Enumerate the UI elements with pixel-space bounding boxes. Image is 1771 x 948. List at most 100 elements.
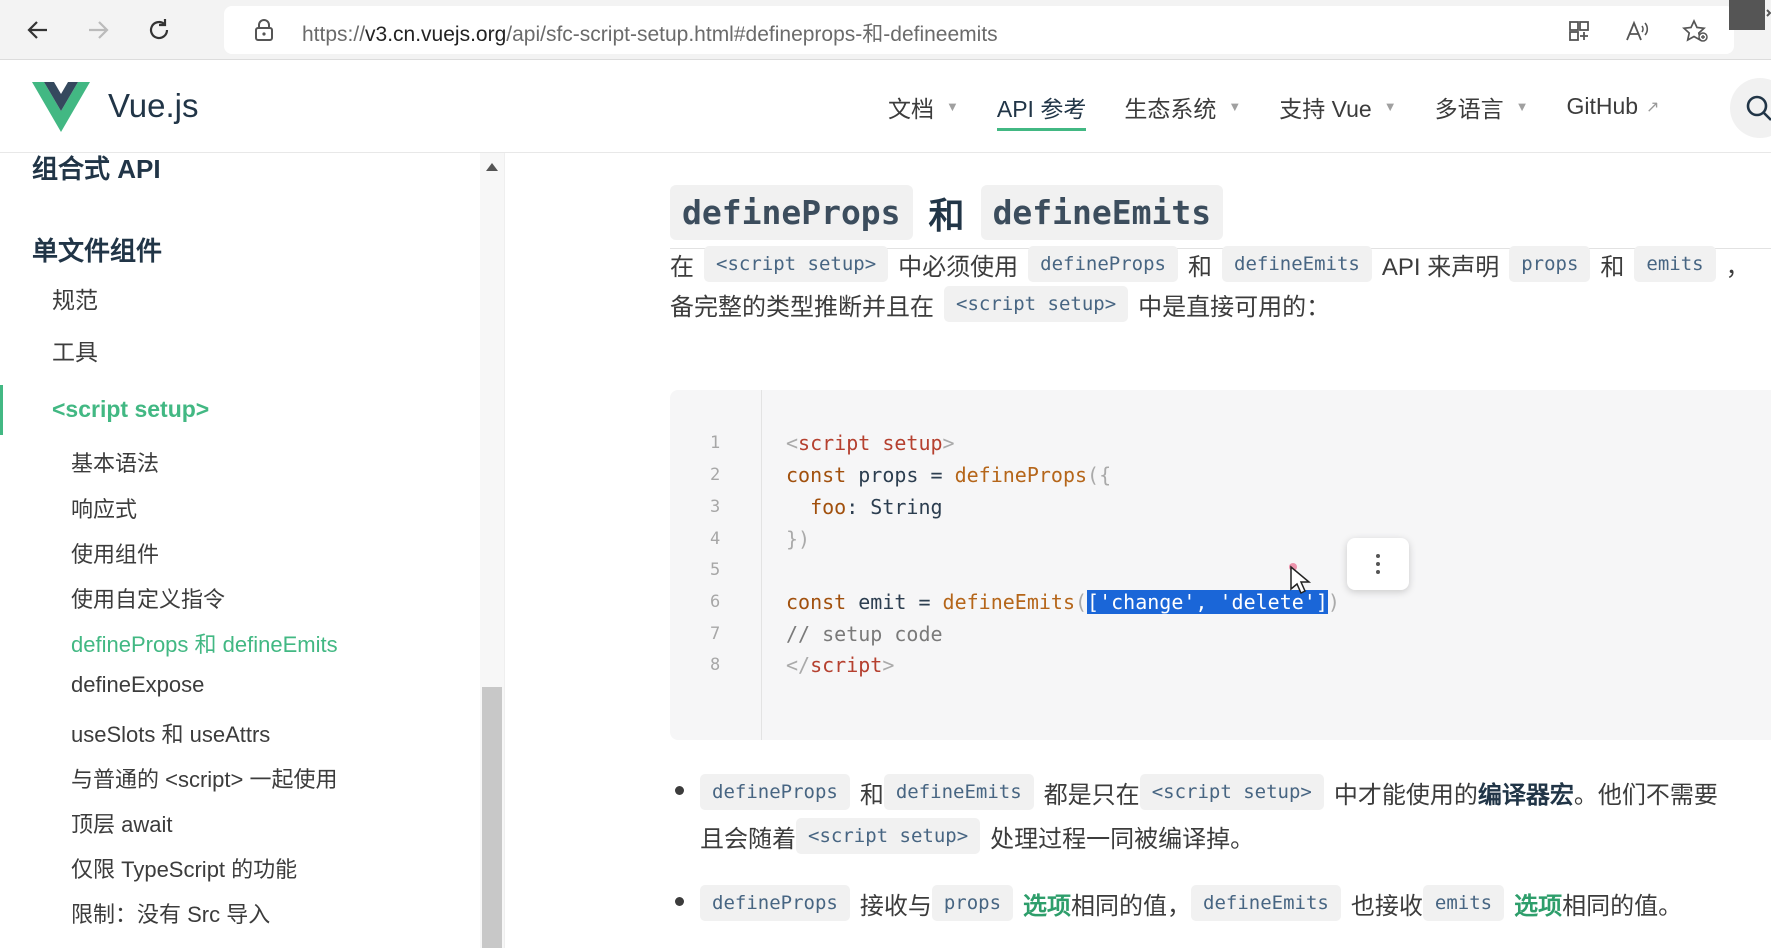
- text: 和: [859, 781, 884, 809]
- intro-paragraph-line1: 在 <script setup> 中必须使用 defineProps 和 def…: [670, 246, 1750, 282]
- address-bar[interactable]: https://v3.cn.vuejs.org/api/sfc-script-s…: [224, 6, 1734, 54]
- sidebar-subitem-defineprops[interactable]: defineProps 和 defineEmits: [71, 627, 338, 659]
- code-line[interactable]: foo: String: [786, 495, 942, 519]
- brand-name[interactable]: Vue.js: [108, 87, 199, 125]
- sidebar-subitem-more[interactable]: ...: [71, 940, 89, 948]
- sidebar-group-sfc[interactable]: 单文件组件: [32, 231, 162, 268]
- text: ，: [1725, 253, 1750, 281]
- inline-code: defineProps: [700, 774, 850, 810]
- section-heading: defineProps 和 defineEmits: [670, 185, 1224, 240]
- external-link-icon: ↗: [1646, 98, 1660, 116]
- vertical-dots-icon: [1376, 554, 1380, 574]
- text: 和: [1600, 253, 1625, 281]
- sidebar-item-script-setup[interactable]: <script setup>: [52, 396, 209, 423]
- vue-logo-icon[interactable]: [32, 82, 90, 136]
- sidebar-subitem-custom-directives[interactable]: 使用自定义指令: [71, 582, 225, 614]
- line-number: 1: [710, 433, 721, 453]
- bullet1-line1: defineProps 和 defineEmits 都是只在 <script s…: [700, 774, 1718, 810]
- search-button[interactable]: [1730, 78, 1771, 138]
- inline-code: props: [931, 885, 1014, 921]
- sidebar-subitem-restrictions[interactable]: 限制：没有 Src 导入: [71, 897, 270, 929]
- options-link[interactable]: 选项: [1023, 886, 1071, 921]
- code-block[interactable]: 1 2 3 4 5 6 7 8 <script setup> const pro…: [670, 390, 1771, 740]
- inline-code: defineEmits: [1191, 885, 1341, 921]
- text: 在: [670, 253, 694, 281]
- scroll-up-arrow-icon[interactable]: [486, 163, 498, 171]
- sidebar-item-tools[interactable]: 工具: [52, 333, 98, 367]
- main-content: defineProps 和 defineEmits 在 <script setu…: [505, 153, 1771, 948]
- nav-github[interactable]: GitHub ↗: [1566, 60, 1659, 153]
- text: 中才能使用的: [1333, 781, 1478, 809]
- line-number: 7: [710, 624, 721, 644]
- nav-ecosystem[interactable]: 生态系统 ▼: [1124, 60, 1241, 153]
- read-aloud-icon[interactable]: [1622, 16, 1652, 46]
- chevron-down-icon: ▼: [1515, 99, 1529, 114]
- bullet2-line1: defineProps 接收与 props 选项 相同的值， defineEmit…: [700, 885, 1682, 921]
- inline-code: props: [1509, 246, 1591, 282]
- chevron-down-icon: ▼: [1228, 99, 1242, 114]
- text: 相同的值。: [1562, 892, 1683, 920]
- line-numbers: 1 2 3 4 5 6 7 8: [670, 390, 762, 740]
- text: 都是只在: [1043, 781, 1140, 809]
- line-number: 3: [710, 497, 721, 517]
- lock-icon: [255, 19, 273, 41]
- sidebar-subitem-normal-script[interactable]: 与普通的 <script> 一起使用: [71, 762, 337, 794]
- sidebar-subitem-useslots[interactable]: useSlots 和 useAttrs: [71, 717, 270, 749]
- line-number: 6: [710, 592, 721, 612]
- heading-code-defineprops: defineProps: [670, 185, 913, 240]
- back-button[interactable]: [20, 12, 56, 48]
- nav-support[interactable]: 支持 Vue ▼: [1279, 60, 1396, 153]
- chevron-down-icon: ▼: [946, 99, 959, 114]
- text: 接收与: [859, 892, 932, 920]
- code-line[interactable]: const emit = defineEmits(['change', 'del…: [786, 590, 1340, 614]
- more-options-button[interactable]: [1347, 538, 1409, 590]
- line-number: 5: [710, 560, 721, 580]
- url-text[interactable]: https://v3.cn.vuejs.org/api/sfc-script-s…: [302, 18, 998, 48]
- forward-button[interactable]: [80, 12, 116, 48]
- nav-api[interactable]: API 参考: [996, 60, 1087, 153]
- sidebar-subitem-reactivity[interactable]: 响应式: [71, 492, 137, 524]
- sidebar-subitem-basic-syntax[interactable]: 基本语法: [71, 446, 159, 478]
- scrollbar-thumb[interactable]: [482, 687, 502, 948]
- forward-arrow-icon: [89, 21, 109, 39]
- inline-code: <script setup>: [944, 286, 1129, 322]
- top-nav: 文档 ▼ API 参考 生态系统 ▼ 支持 Vue ▼ 多语言 ▼ GitHub ↗: [888, 60, 1697, 153]
- text: 且会随着: [700, 825, 796, 853]
- favorite-star-icon[interactable]: [1680, 16, 1710, 46]
- sidebar-subitem-defineexpose[interactable]: defineExpose: [71, 672, 204, 698]
- text: 中是直接可用的：: [1138, 293, 1331, 321]
- nav-languages[interactable]: 多语言 ▼: [1435, 60, 1529, 153]
- inline-code: <script setup>: [704, 246, 889, 282]
- code-line[interactable]: // setup code: [786, 622, 943, 646]
- code-line[interactable]: }): [786, 527, 810, 551]
- sidebar-group-composition-api[interactable]: 组合式 API: [32, 153, 161, 186]
- sidebar-subitem-typescript[interactable]: 仅限 TypeScript 的功能: [71, 852, 297, 884]
- inline-code: defineEmits: [1222, 246, 1372, 282]
- text: 相同的值，: [1071, 892, 1192, 920]
- code-line[interactable]: <script setup>: [786, 431, 955, 455]
- search-icon: [1746, 95, 1771, 121]
- bullet-dot: [675, 897, 684, 906]
- text: 处理过程一同被编译掉。: [990, 825, 1255, 853]
- nav-docs[interactable]: 文档 ▼: [888, 60, 959, 153]
- heading-code-defineemits: defineEmits: [980, 185, 1224, 240]
- app-grid-icon[interactable]: [1564, 16, 1594, 46]
- heading-and: 和: [928, 194, 965, 236]
- intro-paragraph-line2: 备完整的类型推断并且在 <script setup> 中是直接可用的：: [670, 286, 1330, 322]
- window-snap-icon[interactable]: [1729, 0, 1771, 36]
- sidebar-subitem-using-components[interactable]: 使用组件: [71, 537, 159, 569]
- chevron-down-icon: ▼: [1383, 99, 1397, 114]
- sidebar: 组合式 API 单文件组件 规范 工具 <script setup> 基本语法 …: [0, 153, 505, 948]
- code-line[interactable]: </script>: [786, 653, 894, 677]
- text: API 来声明: [1381, 253, 1500, 281]
- sidebar-subitem-top-level-await[interactable]: 顶层 await: [71, 807, 172, 839]
- sidebar-item-spec[interactable]: 规范: [52, 281, 98, 315]
- code-line[interactable]: const props = defineProps({: [786, 463, 1111, 487]
- sidebar-scrollbar[interactable]: [480, 153, 504, 948]
- inline-code: emits: [1422, 885, 1505, 921]
- strong-text: 编译器宏: [1477, 781, 1574, 809]
- reload-button[interactable]: [141, 12, 177, 48]
- text: 中必须使用: [898, 253, 1019, 281]
- browser-toolbar: https://v3.cn.vuejs.org/api/sfc-script-s…: [0, 0, 1771, 60]
- options-link[interactable]: 选项: [1514, 886, 1562, 921]
